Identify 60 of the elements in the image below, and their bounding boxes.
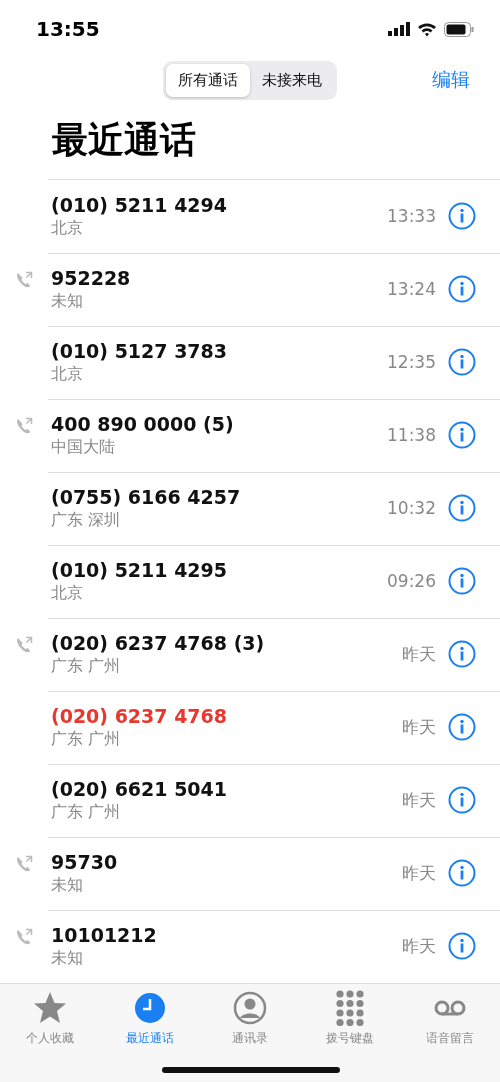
info-button[interactable] — [448, 859, 476, 887]
info-button[interactable] — [448, 640, 476, 668]
phone-number: (0755) 6166 4257 — [51, 485, 242, 508]
phone-number: (020) 6237 4768 (3) — [51, 631, 266, 654]
call-location: 广东 广州 — [51, 728, 122, 750]
tab-bar-item[interactable]: 个人收藏 — [0, 990, 100, 1082]
call-location: 未知 — [51, 874, 84, 896]
call-time: 09:26 — [387, 571, 436, 591]
segment-tab[interactable]: 所有通话 — [166, 63, 250, 97]
tab-bar-item[interactable]: 语音留言 — [400, 990, 500, 1082]
status-time: 13:55 — [36, 17, 100, 41]
phone-number: (010) 5211 4294 — [51, 193, 229, 216]
info-button[interactable] — [448, 567, 476, 595]
tab-bar-item[interactable]: 拨号键盘 — [300, 990, 400, 1082]
call-time: 昨天 — [402, 788, 436, 812]
info-button[interactable] — [448, 202, 476, 230]
call-location: 北京 — [51, 582, 84, 604]
info-button[interactable] — [448, 348, 476, 376]
segment-tab[interactable]: 未接来电 — [250, 63, 334, 97]
edit-button[interactable]: 编辑 — [426, 66, 476, 94]
call-location: 中国大陆 — [51, 436, 116, 458]
call-time: 13:24 — [387, 279, 436, 299]
phone-number: (020) 6621 5041 — [51, 777, 229, 800]
tab-bar-item[interactable]: 通讯录 — [200, 990, 300, 1082]
info-button[interactable] — [448, 713, 476, 741]
info-button[interactable] — [448, 421, 476, 449]
phone-number: (010) 5127 3783 — [51, 339, 229, 362]
info-button[interactable] — [448, 275, 476, 303]
call-time: 10:32 — [387, 498, 436, 518]
call-time: 12:35 — [387, 352, 436, 372]
battery-icon — [444, 21, 474, 37]
call-location: 未知 — [51, 947, 84, 969]
call-time: 昨天 — [402, 934, 436, 958]
call-location: 未知 — [51, 290, 84, 312]
tab-bar-item[interactable]: 最近通话 — [100, 990, 200, 1082]
page-title: 最近通话 — [48, 102, 500, 180]
star-icon — [32, 990, 68, 1026]
clock-icon — [132, 990, 168, 1026]
call-time: 昨天 — [402, 642, 436, 666]
call-location: 广东 广州 — [51, 655, 122, 677]
call-location: 广东 深圳 — [51, 509, 122, 531]
phone-number: 95730 — [51, 850, 119, 873]
phone-number: (010) 5211 4295 — [51, 558, 229, 581]
call-time: 11:38 — [387, 425, 436, 445]
call-time: 昨天 — [402, 715, 436, 739]
phone-number: (020) 6237 4768 — [51, 704, 229, 727]
person-icon — [232, 990, 268, 1026]
phone-number: 10101212 — [51, 923, 158, 946]
call-time: 13:33 — [387, 206, 436, 226]
call-location: 北京 — [51, 363, 84, 385]
phone-number: 400 890 0000 (5) — [51, 412, 235, 435]
info-button[interactable] — [448, 932, 476, 960]
info-button[interactable] — [448, 786, 476, 814]
signal-icon — [388, 22, 410, 36]
call-time: 昨天 — [402, 861, 436, 885]
info-button[interactable] — [448, 494, 476, 522]
wifi-icon — [417, 21, 437, 37]
phone-number: 952228 — [51, 266, 132, 289]
call-location: 广东 广州 — [51, 801, 122, 823]
call-location: 北京 — [51, 217, 84, 239]
